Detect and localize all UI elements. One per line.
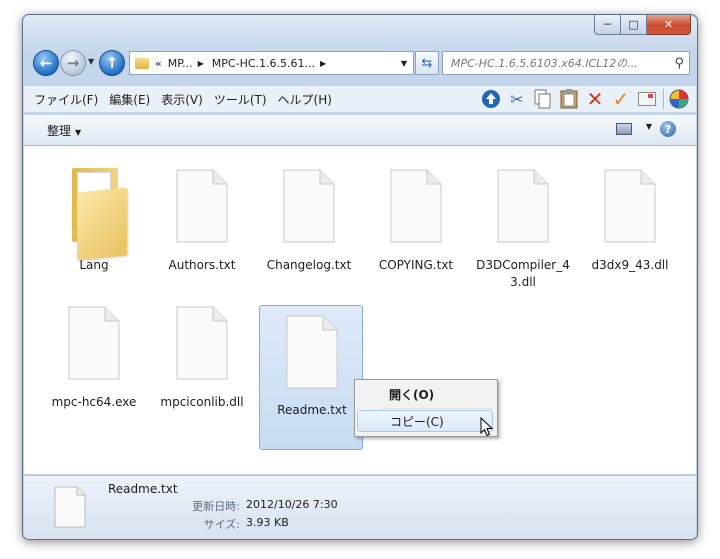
address-bar[interactable]: « MP... ▶ MPC-HC.1.6.5.61... ▶ ▼ <box>129 51 414 75</box>
file-item[interactable]: D3DCompiler_43.dll <box>471 152 575 292</box>
document-icon <box>599 166 661 246</box>
minimize-button[interactable]: ─ <box>594 15 621 35</box>
search-box[interactable]: MPC-HC.1.6.5.6103.x64.ICL12の... ⚲ <box>442 51 690 75</box>
chevron-down-icon[interactable]: ▼ <box>401 59 407 68</box>
details-modified-label: 更新日時: <box>192 500 240 513</box>
toolbar-icons: ✂ ✕ ✓ <box>476 87 690 111</box>
explorer-window: ─ □ ✕ ← → ▼ ↑ « MP... ▶ MPC-HC.1.6.5.61.… <box>22 14 698 540</box>
context-menu-open[interactable]: 開く(O) <box>357 383 493 405</box>
document-icon <box>281 312 343 392</box>
navigation-bar: ← → ▼ ↑ « MP... ▶ MPC-HC.1.6.5.61... ▶ ▼… <box>31 48 691 76</box>
address-overflow-chevron[interactable]: « <box>155 57 162 70</box>
breadcrumb-item[interactable]: MP... <box>168 57 193 70</box>
file-item[interactable]: d3dx9_43.dll <box>578 152 682 292</box>
command-bar: 整理 ▼ ▼ ? <box>24 115 696 146</box>
check-icon[interactable]: ✓ <box>610 87 632 111</box>
refresh-button[interactable]: ⇆ <box>415 51 439 75</box>
chevron-right-icon[interactable]: ▶ <box>320 59 326 68</box>
details-modified-value: 2012/10/26 7:30 <box>246 498 338 511</box>
history-dropdown-icon[interactable]: ▼ <box>88 57 96 66</box>
delete-x-icon[interactable]: ✕ <box>584 87 606 111</box>
up-arrow-icon[interactable] <box>480 88 502 110</box>
search-input[interactable]: MPC-HC.1.6.5.6103.x64.ICL12の... <box>451 55 661 71</box>
file-name: mpc-hc64.exe <box>51 395 137 409</box>
breadcrumb-item[interactable]: MPC-HC.1.6.5.61... <box>212 57 315 70</box>
details-size-value: 3.93 KB <box>246 516 289 529</box>
mail-icon[interactable] <box>636 88 658 110</box>
context-menu-copy-label: コピー(C) <box>390 414 444 429</box>
mouse-cursor-icon <box>480 416 494 440</box>
file-name: Changelog.txt <box>266 258 352 272</box>
file-name: COPYING.txt <box>378 258 454 272</box>
file-name: Authors.txt <box>168 258 236 272</box>
menu-file[interactable]: ファイル(F) <box>34 91 98 108</box>
properties-icon[interactable] <box>668 88 690 110</box>
paste-icon[interactable] <box>558 88 580 110</box>
folder-icon <box>63 166 127 261</box>
file-name: D3DCompiler_43.dll <box>476 258 570 289</box>
maximize-button[interactable]: □ <box>621 15 647 35</box>
folder-icon <box>135 57 149 69</box>
context-menu-copy[interactable]: コピー(C) <box>357 410 493 432</box>
file-name: Readme.txt <box>277 403 347 417</box>
menu-tools[interactable]: ツール(T) <box>214 91 267 108</box>
file-name: d3dx9_43.dll <box>591 258 669 272</box>
file-name: mpciconlib.dll <box>160 395 244 409</box>
organize-button[interactable]: 整理 ▼ <box>47 122 81 139</box>
file-item[interactable]: COPYING.txt <box>364 152 468 292</box>
document-icon <box>171 166 233 246</box>
context-menu-divider <box>383 408 493 409</box>
file-item[interactable]: mpc-hc64.exe <box>42 289 146 429</box>
context-menu: 開く(O) コピー(C) <box>354 379 498 437</box>
file-name: Lang <box>79 258 109 272</box>
file-item[interactable]: Changelog.txt <box>257 152 361 292</box>
details-filename: Readme.txt <box>108 482 178 496</box>
details-pane: Readme.txt 更新日時: 2012/10/26 7:30 サイズ: 3.… <box>24 475 696 539</box>
forward-button[interactable]: → <box>60 50 86 76</box>
refresh-icon: ⇆ <box>421 55 433 71</box>
file-item[interactable]: mpciconlib.dll <box>150 289 254 429</box>
context-menu-open-label: 開く(O) <box>389 387 435 402</box>
search-icon[interactable]: ⚲ <box>674 56 684 71</box>
chevron-down-icon: ▼ <box>75 127 82 137</box>
view-icon[interactable] <box>616 123 632 135</box>
caption-buttons: ─ □ ✕ <box>594 15 691 35</box>
document-icon <box>171 303 233 383</box>
close-button[interactable]: ✕ <box>647 15 691 35</box>
file-item[interactable]: Lang <box>42 152 146 292</box>
help-icon[interactable]: ? <box>660 121 676 137</box>
menu-bar: ファイル(F) 編集(E) 表示(V) ツール(T) ヘルプ(H) ✂ ✕ ✓ <box>24 85 696 112</box>
up-button[interactable]: ↑ <box>99 50 125 76</box>
organize-label: 整理 <box>47 123 72 138</box>
document-icon <box>278 166 340 246</box>
copy-icon[interactable] <box>532 88 554 110</box>
document-icon <box>63 303 125 383</box>
document-icon <box>53 486 87 528</box>
document-icon <box>385 166 447 246</box>
menu-view[interactable]: 表示(V) <box>161 91 203 108</box>
menu-help[interactable]: ヘルプ(H) <box>278 91 332 108</box>
back-button[interactable]: ← <box>33 50 59 76</box>
document-icon <box>492 166 554 246</box>
menu-edit[interactable]: 編集(E) <box>109 91 150 108</box>
details-size-label: サイズ: <box>203 518 240 531</box>
scissors-icon[interactable]: ✂ <box>506 88 528 110</box>
chevron-right-icon[interactable]: ▶ <box>198 59 204 68</box>
toolbar-divider <box>663 89 664 109</box>
file-item[interactable]: Authors.txt <box>150 152 254 292</box>
file-item[interactable]: Readme.txt <box>259 305 363 450</box>
chevron-down-icon[interactable]: ▼ <box>646 122 652 131</box>
